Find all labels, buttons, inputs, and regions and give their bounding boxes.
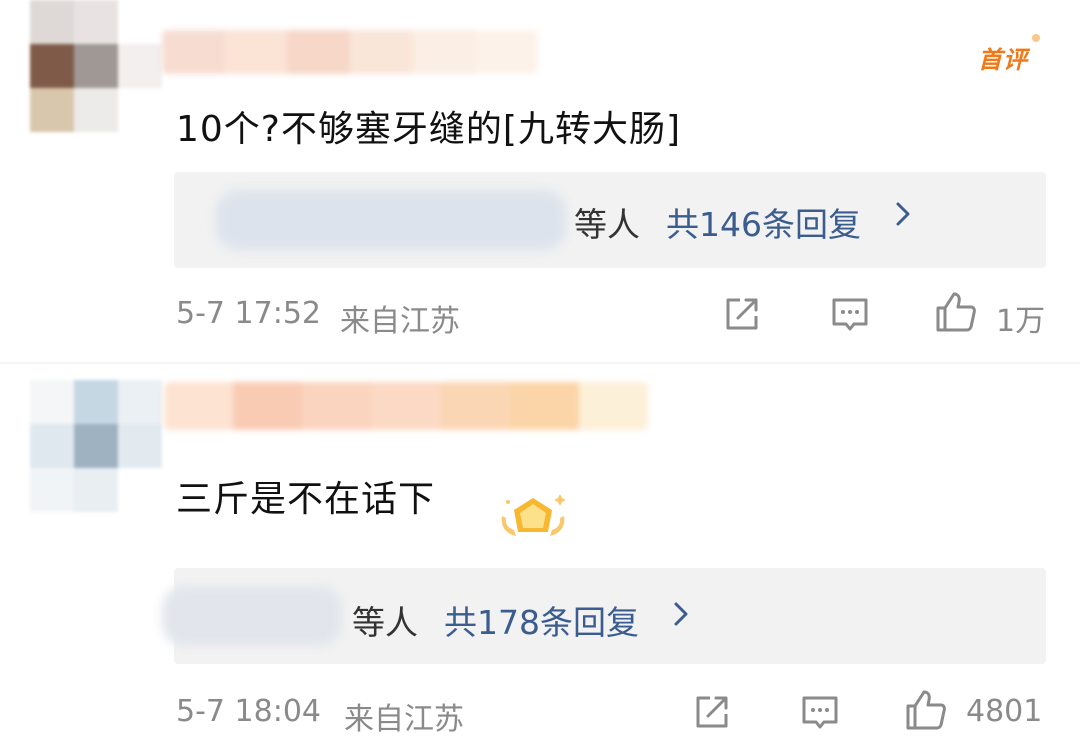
comment-text: 10个?不够塞牙缝的[九转大肠] [176, 109, 682, 150]
comment-item: 首评 10个?不够塞牙缝的[九转大肠] 等人 共146条回复 5-7 17:52… [0, 0, 1080, 360]
comment-icon[interactable] [828, 292, 872, 336]
reply-count-link[interactable]: 共178条回复 [444, 596, 639, 644]
comment-location: 来自江苏 [340, 304, 460, 339]
comment-text: 三斤是不在话下 [176, 479, 436, 520]
reply-preview[interactable]: 等人 共146条回复 [174, 172, 1046, 268]
comment-divider [0, 362, 1080, 364]
comment-icon[interactable] [798, 690, 842, 734]
reply-usernames [216, 190, 566, 250]
comment-time: 5-7 17:52 [176, 296, 321, 331]
avatar[interactable] [30, 380, 162, 512]
chevron-right-icon [674, 602, 688, 626]
reply-usernames [162, 586, 342, 646]
first-comment-badge: 首评 [978, 34, 1040, 75]
like-count: 4801 [966, 694, 1043, 729]
chevron-right-icon [896, 202, 910, 226]
medal-icon [501, 494, 566, 536]
username[interactable] [164, 382, 648, 430]
reply-preview[interactable]: 等人 共178条回复 [162, 568, 1046, 664]
reply-count-link[interactable]: 共146条回复 [666, 198, 861, 246]
avatar[interactable] [30, 0, 162, 132]
reply-others-label: 等人 [574, 205, 640, 244]
comment-time: 5-7 18:04 [176, 694, 321, 729]
share-icon[interactable] [690, 690, 734, 734]
comment-location: 来自江苏 [344, 702, 464, 737]
thumbs-up-icon[interactable] [904, 688, 948, 732]
like-count: 1万 [996, 304, 1046, 339]
share-icon[interactable] [720, 292, 764, 336]
username[interactable] [162, 30, 538, 74]
reply-others-label: 等人 [352, 603, 418, 642]
thumbs-up-icon[interactable] [934, 290, 978, 334]
